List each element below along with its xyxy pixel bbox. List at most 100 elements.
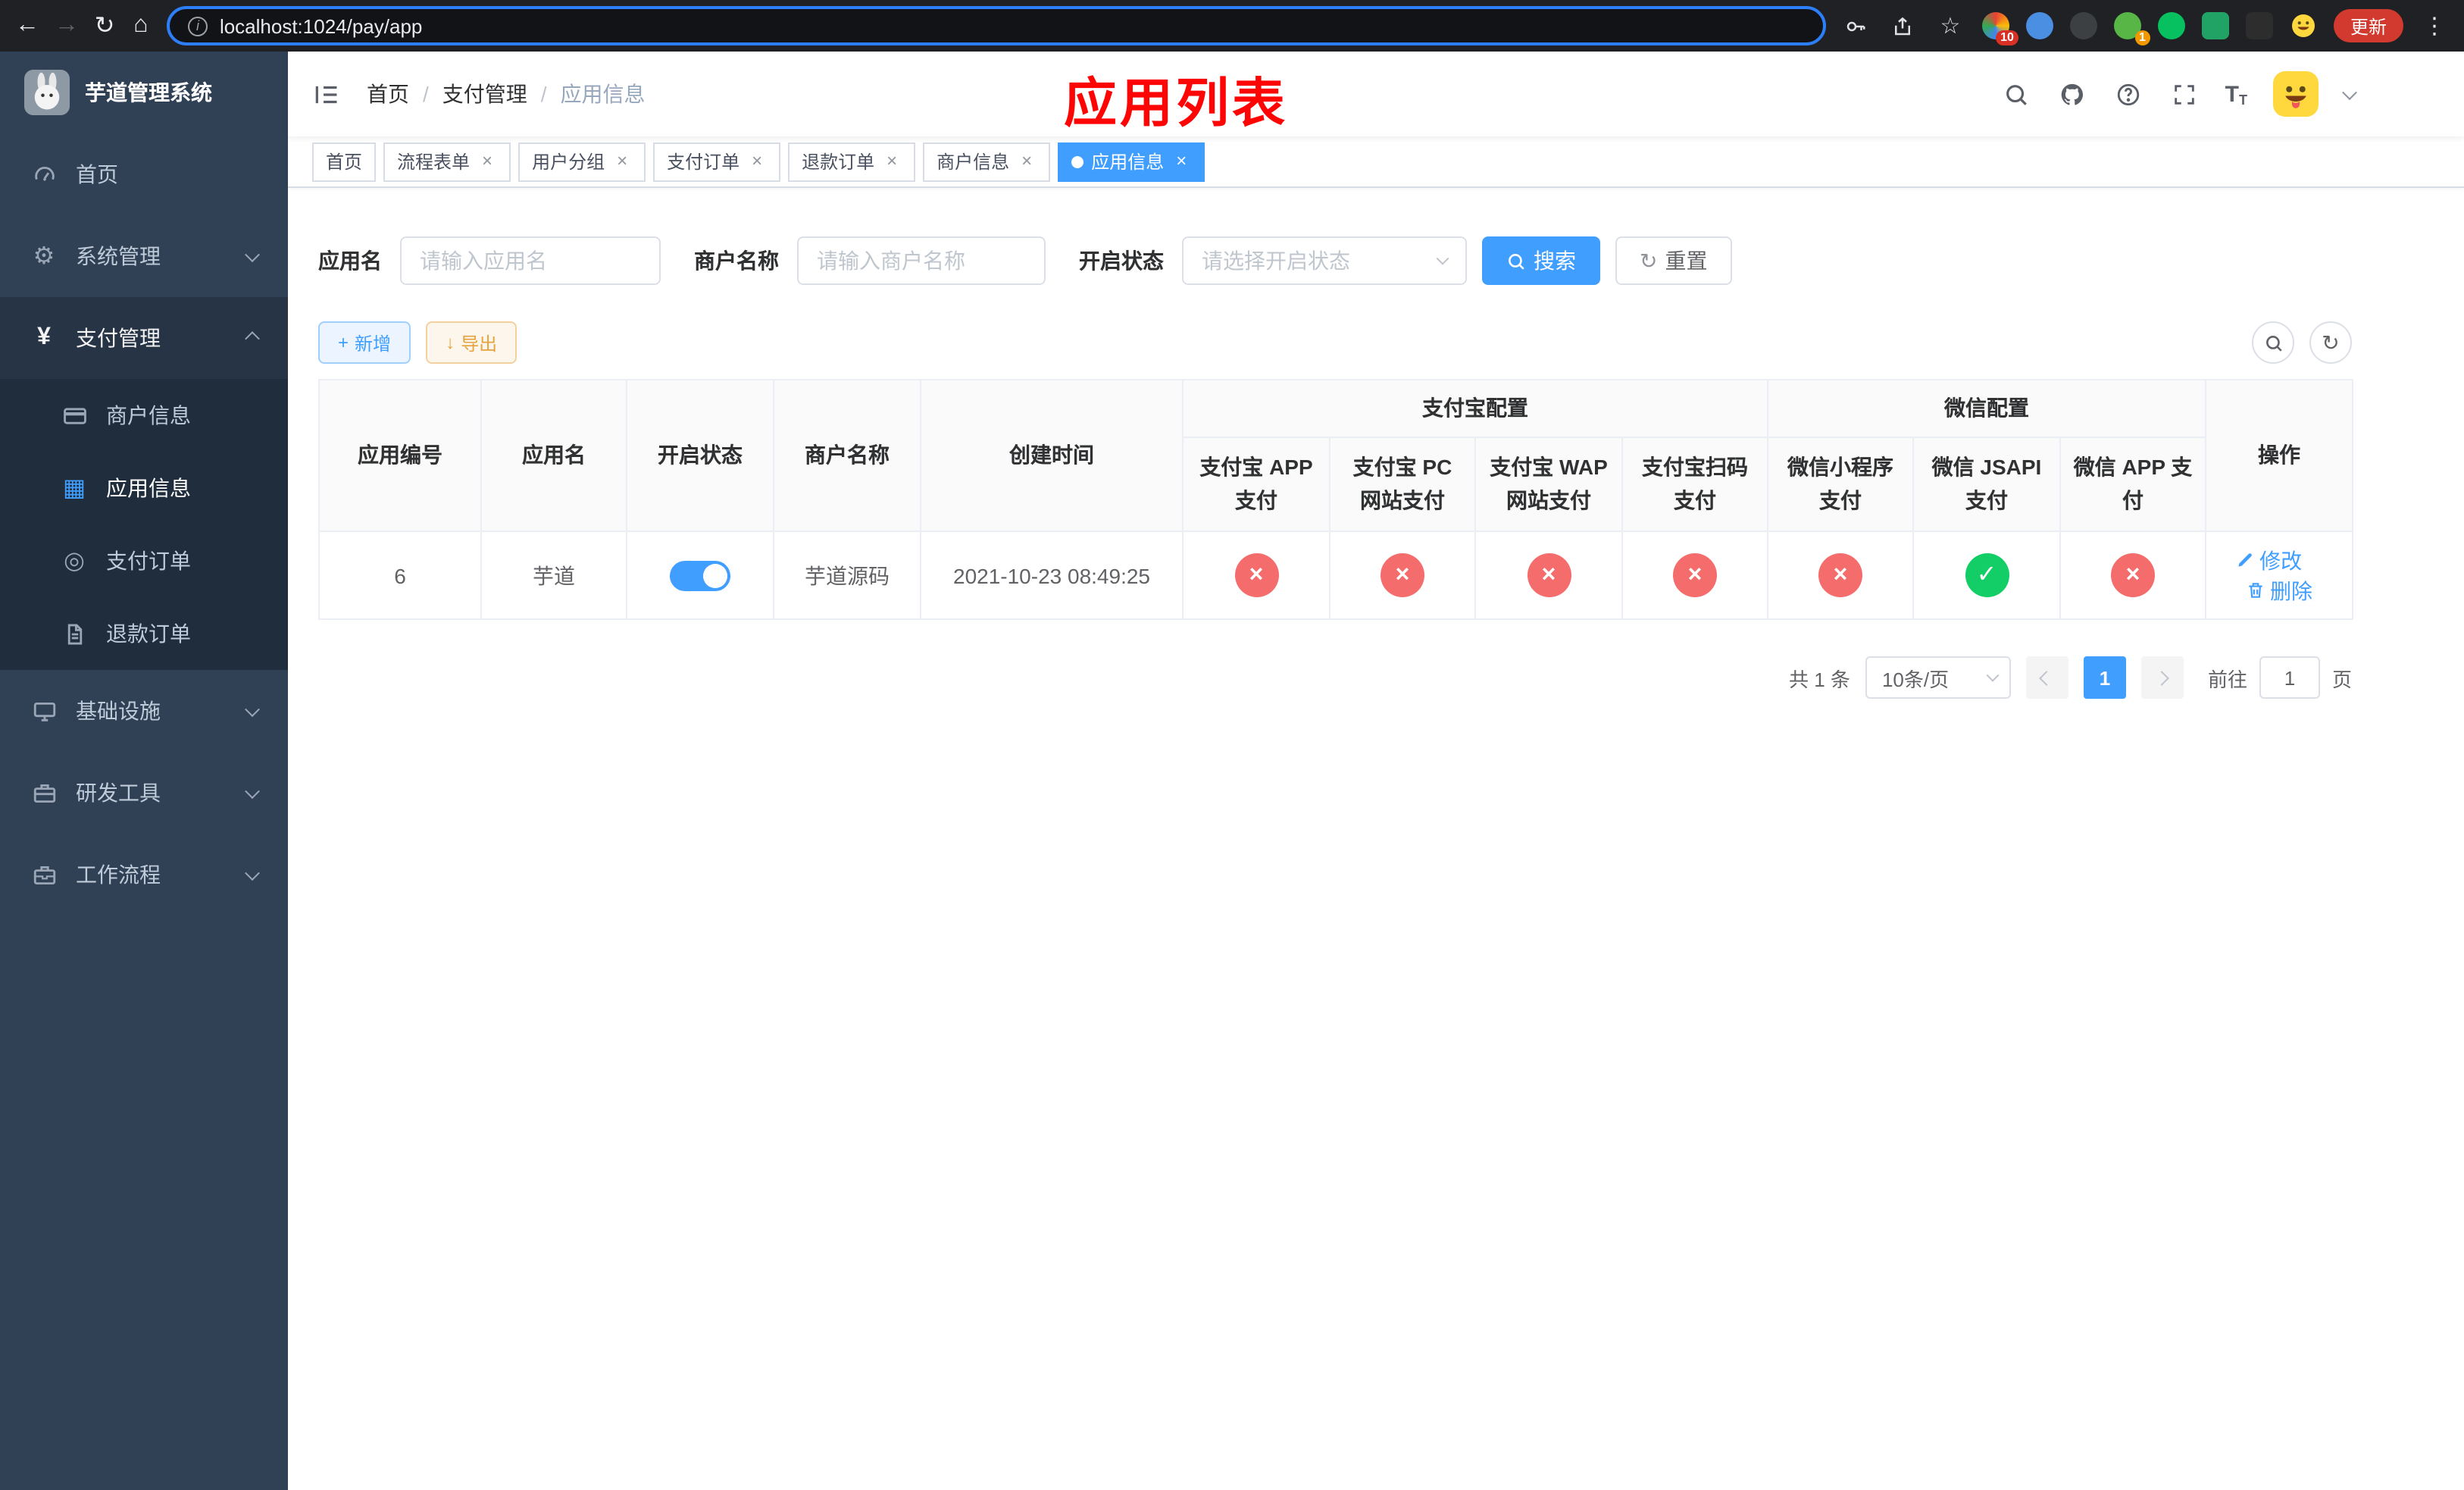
sidebar-item-app-info[interactable]: ▦ 应用信息: [0, 452, 288, 524]
breadcrumb-payment[interactable]: 支付管理: [442, 79, 527, 109]
sidebar-item-label: 支付订单: [106, 549, 191, 573]
bookmark-star-icon[interactable]: ☆: [1935, 11, 1965, 41]
tab-app-info[interactable]: 应用信息 ×: [1058, 142, 1205, 181]
avatar-caret-icon[interactable]: [2342, 84, 2357, 100]
address-bar[interactable]: i localhost:1024/pay/app: [166, 6, 1826, 45]
refresh-table-button[interactable]: ↻: [2309, 321, 2352, 364]
page-number-1[interactable]: 1: [2083, 656, 2126, 700]
cell-merchant: 芋道源码: [773, 531, 921, 621]
tab-process-form[interactable]: 流程表单 ×: [383, 142, 511, 181]
sidebar-logo: 芋道管理系统: [0, 52, 288, 133]
breadcrumb-home[interactable]: 首页: [367, 79, 409, 109]
prev-page-button[interactable]: [2025, 656, 2068, 700]
gear-icon: ⚙: [33, 244, 55, 270]
sidebar-item-payment[interactable]: ¥ 支付管理: [0, 297, 288, 379]
download-icon: ↓: [446, 332, 455, 353]
sidebar-collapse-icon[interactable]: [309, 77, 342, 111]
browser-forward-icon[interactable]: →: [55, 8, 79, 44]
tab-close-icon[interactable]: ×: [747, 152, 767, 171]
fullscreen-icon[interactable]: [2169, 79, 2200, 109]
url-text[interactable]: localhost:1024/pay/app: [220, 14, 422, 37]
tab-pay-order[interactable]: 支付订单 ×: [653, 142, 781, 181]
delete-link[interactable]: 删除: [2246, 576, 2312, 606]
extension-icon-6[interactable]: [2201, 12, 2229, 39]
password-key-icon[interactable]: [1841, 11, 1871, 41]
browser-back-icon[interactable]: ←: [15, 8, 39, 44]
help-icon[interactable]: [2113, 79, 2143, 109]
share-icon[interactable]: [1888, 11, 1918, 41]
github-icon[interactable]: [2057, 79, 2087, 109]
add-button[interactable]: + 新增: [318, 321, 411, 364]
search-icon[interactable]: [2001, 79, 2031, 109]
app-title: 芋道管理系统: [85, 80, 212, 105]
sidebar-item-infrastructure[interactable]: 基础设施: [0, 670, 288, 752]
chevron-down-icon: [245, 246, 260, 262]
col-alipay-wap: 支付宝 WAP 网站支付: [1474, 436, 1623, 533]
cell-wx-jsapi: ✓: [1912, 531, 2061, 621]
extension-icon-5[interactable]: [2157, 12, 2185, 39]
site-info-icon[interactable]: i: [187, 16, 208, 36]
extension-icon-2[interactable]: [2025, 12, 2053, 39]
tab-close-icon[interactable]: ×: [1017, 152, 1037, 171]
search-icon: [1509, 253, 1524, 269]
tab-home[interactable]: 首页: [312, 142, 377, 181]
sidebar-item-label: 退款订单: [106, 621, 191, 646]
col-wx-app: 微信 APP 支付: [2059, 436, 2206, 533]
page-annotation: 应用列表: [1064, 74, 1289, 133]
chevron-down-icon: [1436, 252, 1449, 265]
extension-icon-4[interactable]: 1: [2113, 12, 2150, 45]
sidebar-item-pay-order[interactable]: ◎ 支付订单: [0, 524, 288, 597]
browser-home-icon[interactable]: ⌂: [130, 8, 152, 44]
sidebar-item-home[interactable]: 首页: [0, 133, 288, 215]
sidebar-item-merchant-info[interactable]: 商户信息: [0, 379, 288, 452]
cell-status: [626, 531, 774, 621]
app-name-input[interactable]: [400, 236, 661, 285]
edit-link[interactable]: 修改: [2235, 546, 2302, 576]
tab-refund-order[interactable]: 退款订单 ×: [788, 142, 916, 181]
table-tools: ↻: [2252, 321, 2352, 364]
tab-user-group[interactable]: 用户分组 ×: [518, 142, 646, 181]
extension-icon-1[interactable]: 10: [1981, 12, 2018, 45]
config-status-icon: ×: [1818, 553, 1862, 598]
active-tab-dot: [1071, 155, 1084, 167]
sidebar-item-refund-order[interactable]: 退款订单: [0, 597, 288, 670]
next-page-button[interactable]: [2140, 656, 2184, 700]
tab-close-icon[interactable]: ×: [477, 152, 497, 171]
sidebar-item-system[interactable]: ⚙ 系统管理: [0, 215, 288, 297]
tab-merchant-info[interactable]: 商户信息 ×: [923, 142, 1051, 181]
status-toggle[interactable]: [670, 560, 730, 591]
grid-icon: ▦: [62, 476, 86, 502]
document-icon: [61, 621, 88, 646]
extension-icon-3[interactable]: [2069, 12, 2097, 39]
export-button[interactable]: ↓ 导出: [426, 321, 518, 364]
col-alipay-pc: 支付宝 PC 网站支付: [1329, 436, 1476, 533]
font-size-icon[interactable]: [2225, 81, 2247, 107]
chrome-update-button[interactable]: 更新: [2333, 9, 2403, 42]
cell-created: 2021-10-23 08:49:25: [920, 531, 1184, 621]
sidebar-item-workflow[interactable]: 工作流程: [0, 834, 288, 916]
user-avatar[interactable]: [2273, 71, 2319, 117]
page-size-select[interactable]: 10条/页: [1865, 656, 2011, 700]
chevron-down-icon: [245, 865, 260, 881]
goto-page-input[interactable]: [2259, 656, 2320, 700]
merchant-name-input[interactable]: [797, 236, 1046, 285]
profile-avatar[interactable]: [2290, 12, 2317, 39]
col-alipay-qr: 支付宝扫码支付: [1621, 436, 1768, 533]
tab-label: 退款订单: [802, 152, 875, 173]
search-button[interactable]: 搜索: [1482, 236, 1600, 285]
app-name-label: 应用名: [318, 249, 382, 273]
header-actions: [2001, 71, 2357, 117]
chevron-down-icon: [1986, 669, 2000, 683]
tab-close-icon[interactable]: ×: [612, 152, 632, 171]
extension-icon-7[interactable]: [2245, 12, 2273, 39]
col-group-wechat: 微信配置: [1767, 379, 2206, 438]
browser-menu-icon[interactable]: ⋮: [2420, 12, 2449, 39]
tab-close-icon[interactable]: ×: [882, 152, 902, 171]
toggle-search-button[interactable]: [2252, 321, 2294, 364]
sidebar-item-dev-tools[interactable]: 研发工具: [0, 752, 288, 834]
reset-button[interactable]: ↻ 重置: [1615, 236, 1732, 285]
sidebar: 芋道管理系统 首页 ⚙ 系统管理 ¥ 支付管理 商户信息 ▦ 应用信息 ◎ 支付…: [0, 52, 288, 1490]
browser-reload-icon[interactable]: ↻: [94, 8, 115, 44]
tab-close-icon[interactable]: ×: [1171, 152, 1191, 171]
status-select[interactable]: 请选择开启状态: [1182, 236, 1467, 285]
